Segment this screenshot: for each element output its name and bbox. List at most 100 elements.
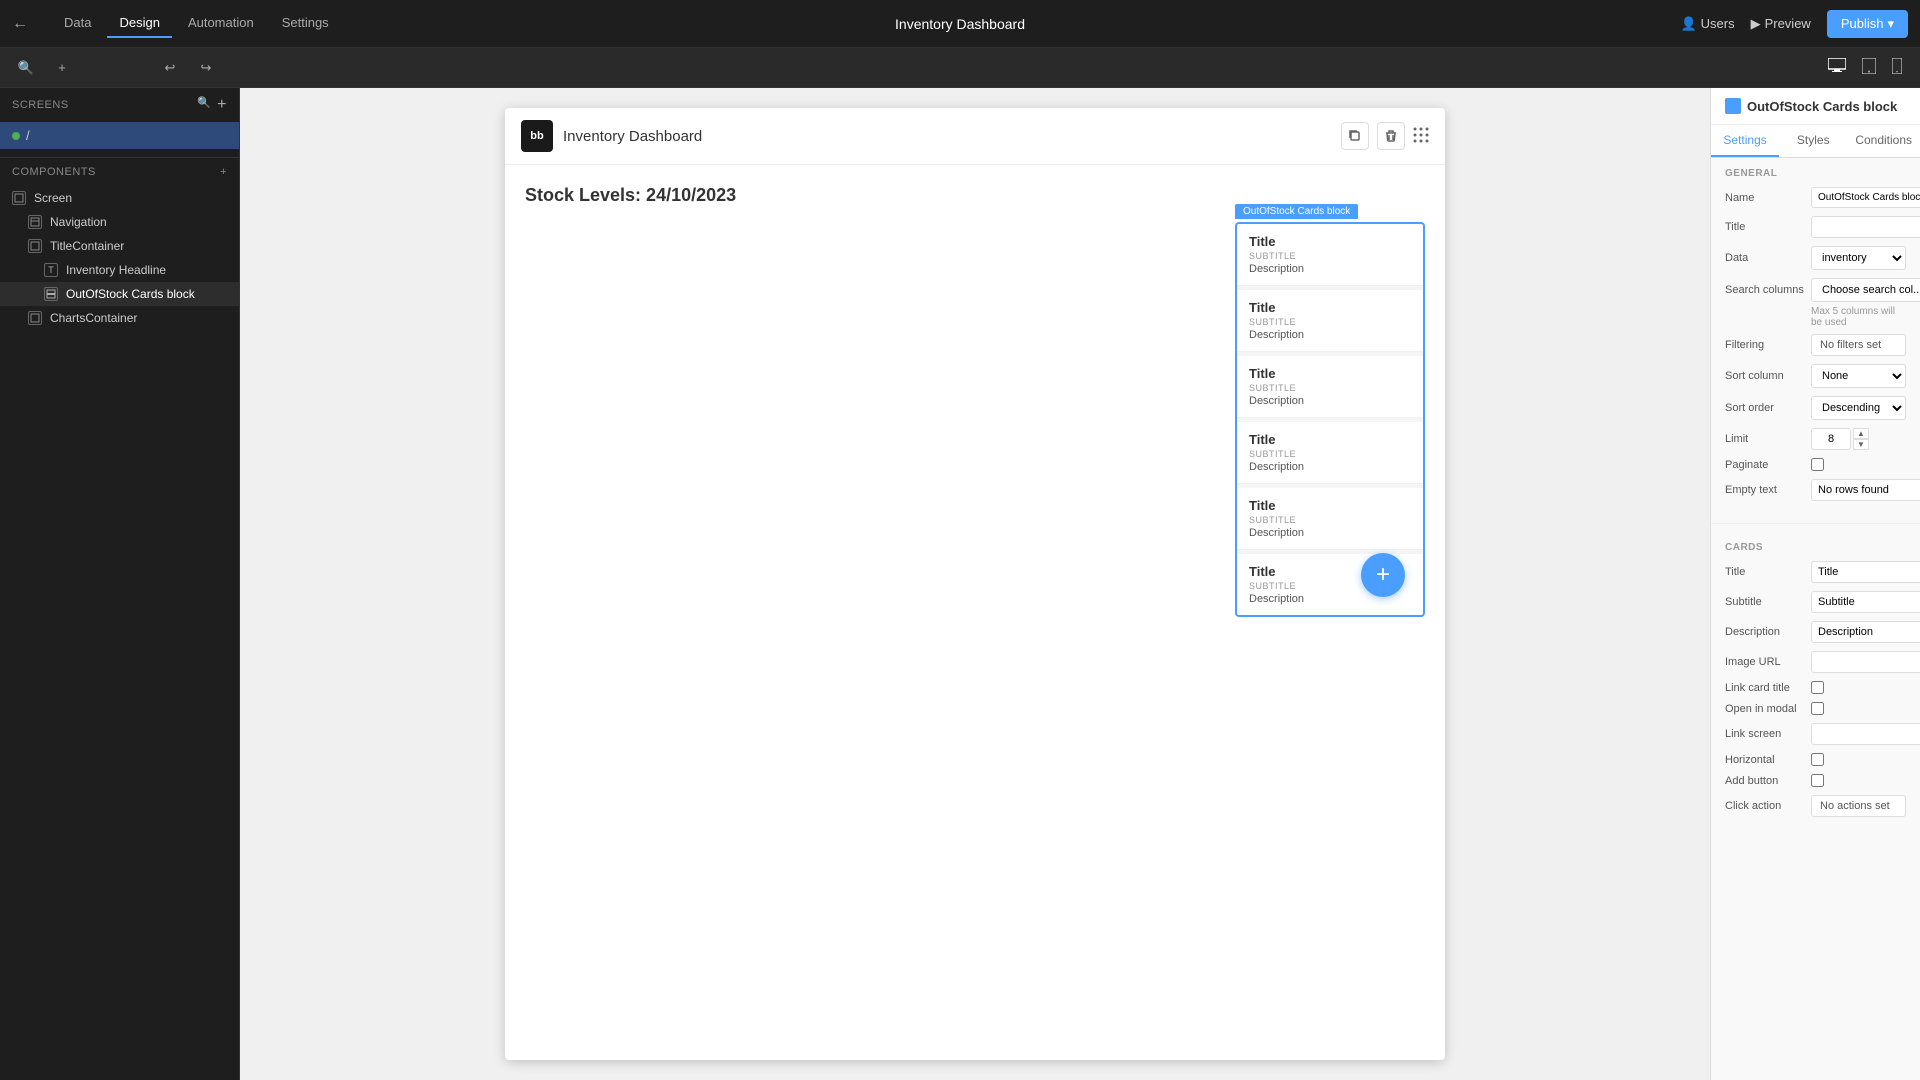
- title-input[interactable]: [1811, 216, 1920, 238]
- name-input[interactable]: [1811, 187, 1920, 208]
- component-title-container[interactable]: TitleContainer: [0, 234, 239, 258]
- users-button[interactable]: 👤 Users: [1680, 16, 1734, 32]
- card-desc-4: Description: [1249, 461, 1411, 473]
- app-frame-title: Inventory Dashboard: [563, 128, 702, 145]
- empty-text-wrapper: ⚡: [1811, 479, 1920, 501]
- sort-column-label: Sort column: [1725, 370, 1805, 382]
- horizontal-row: Horizontal: [1725, 753, 1906, 766]
- desktop-view-button[interactable]: [1822, 54, 1852, 81]
- users-icon: 👤: [1680, 16, 1696, 32]
- card-title-2: Title: [1249, 300, 1411, 315]
- filtering-label: Filtering: [1725, 339, 1805, 351]
- mobile-view-button[interactable]: [1886, 54, 1908, 81]
- tab-automation[interactable]: Automation: [176, 9, 266, 38]
- card-title-input[interactable]: [1811, 561, 1920, 583]
- horizontal-checkbox[interactable]: [1811, 753, 1824, 766]
- sort-order-select[interactable]: Descending: [1811, 396, 1906, 420]
- click-action-label: Click action: [1725, 800, 1805, 812]
- empty-text-input[interactable]: [1811, 479, 1920, 501]
- link-screen-wrapper: ⚡ ▾: [1811, 723, 1920, 745]
- add-screen-button[interactable]: +: [48, 54, 76, 82]
- image-url-input[interactable]: [1811, 651, 1920, 673]
- paginate-checkbox[interactable]: [1811, 458, 1824, 471]
- limit-down-button[interactable]: ▼: [1853, 439, 1869, 450]
- tab-design[interactable]: Design: [107, 9, 171, 38]
- undo-button[interactable]: ↩: [156, 54, 184, 82]
- tablet-view-button[interactable]: [1856, 54, 1882, 81]
- card-subtitle-input[interactable]: [1811, 591, 1920, 613]
- component-inventory-headline[interactable]: T Inventory Headline: [0, 258, 239, 282]
- card-subtitle-5: SUBTITLE: [1249, 515, 1411, 525]
- image-url-label: Image URL: [1725, 656, 1805, 668]
- search-columns-label: Search columns: [1725, 284, 1805, 296]
- fab-add-button[interactable]: +: [1361, 553, 1405, 597]
- open-in-modal-checkbox[interactable]: [1811, 702, 1824, 715]
- limit-up-button[interactable]: ▲: [1853, 428, 1869, 439]
- plus-icon: +: [58, 60, 66, 75]
- general-label: GENERAL: [1725, 168, 1906, 179]
- sort-column-row: Sort column None: [1725, 364, 1906, 388]
- component-charts-container[interactable]: ChartsContainer: [0, 306, 239, 330]
- card-item-3[interactable]: Title SUBTITLE Description: [1237, 356, 1423, 418]
- component-screen[interactable]: Screen: [0, 186, 239, 210]
- add-screen-icon[interactable]: +: [217, 96, 227, 114]
- cards-section: CARDS Title ⚡ Subtitle ⚡ Description: [1711, 532, 1920, 835]
- data-select[interactable]: inventory: [1811, 246, 1906, 270]
- search-columns-row: Search columns Choose search col...: [1725, 278, 1906, 302]
- card-description-input[interactable]: [1811, 621, 1920, 643]
- app-logo: bb: [521, 120, 553, 152]
- search-columns-select[interactable]: Choose search col...: [1811, 278, 1920, 302]
- card-description-wrapper: ⚡: [1811, 621, 1920, 643]
- title-field-wrapper: ⚡: [1811, 216, 1920, 238]
- back-button[interactable]: ←: [12, 15, 28, 33]
- sort-column-select[interactable]: None: [1811, 364, 1906, 388]
- component-navigation[interactable]: Navigation: [0, 210, 239, 234]
- card-item-2[interactable]: Title SUBTITLE Description: [1237, 290, 1423, 352]
- add-component-icon[interactable]: +: [220, 166, 227, 178]
- main-layout: Screens 🔍 + / Components + Screen: [0, 88, 1920, 1080]
- card-item-5[interactable]: Title SUBTITLE Description: [1237, 488, 1423, 550]
- link-card-title-checkbox[interactable]: [1811, 681, 1824, 694]
- tab-conditions-panel[interactable]: Conditions: [1847, 125, 1920, 157]
- cards-block-wrapper[interactable]: OutOfStock Cards block Title SUBTITLE De…: [1235, 222, 1425, 617]
- right-panel: OutOfStock Cards block Settings Styles C…: [1710, 88, 1920, 1080]
- search-hint: Max 5 columns will be used: [1725, 306, 1906, 328]
- card-desc-1: Description: [1249, 263, 1411, 275]
- data-field-label: Data: [1725, 252, 1805, 264]
- delete-button[interactable]: [1377, 122, 1405, 150]
- grid-dots-icon[interactable]: [1413, 127, 1429, 146]
- canvas: bb Inventory Dashboard Stock Levels: 24/…: [240, 88, 1710, 1080]
- screens-search-icon[interactable]: 🔍: [197, 96, 211, 114]
- limit-spinners: ▲ ▼: [1853, 428, 1869, 450]
- redo-button[interactable]: ↪: [192, 54, 220, 82]
- filtering-value[interactable]: No filters set: [1811, 334, 1906, 356]
- publish-button[interactable]: Publish ▾: [1827, 10, 1908, 38]
- components-section-header: Components +: [0, 157, 239, 186]
- card-title-label: Title: [1725, 566, 1805, 578]
- card-item-4[interactable]: Title SUBTITLE Description: [1237, 422, 1423, 484]
- paginate-label: Paginate: [1725, 459, 1805, 471]
- card-desc-2: Description: [1249, 329, 1411, 341]
- tab-settings[interactable]: Settings: [270, 9, 341, 38]
- app-header-actions: [1341, 122, 1405, 150]
- headline-comp-icon: T: [44, 263, 58, 277]
- card-description-label: Description: [1725, 626, 1805, 638]
- card-item-1[interactable]: Title SUBTITLE Description: [1237, 224, 1423, 286]
- copy-button[interactable]: [1341, 122, 1369, 150]
- screen-item-root[interactable]: /: [0, 122, 239, 149]
- screens-search-button[interactable]: 🔍: [12, 54, 40, 82]
- cards-block: OutOfStock Cards block Title SUBTITLE De…: [1235, 222, 1425, 617]
- card-title-row: Title ⚡: [1725, 561, 1906, 583]
- tab-data[interactable]: Data: [52, 9, 103, 38]
- add-button-checkbox[interactable]: [1811, 774, 1824, 787]
- component-outofstock-cards[interactable]: OutOfStock Cards block: [0, 282, 239, 306]
- panel-header-icon: [1725, 98, 1741, 114]
- limit-input[interactable]: [1811, 428, 1851, 450]
- link-screen-input[interactable]: [1811, 723, 1920, 745]
- cards-block-label: OutOfStock Cards block: [1235, 204, 1358, 219]
- tab-styles-panel[interactable]: Styles: [1779, 125, 1847, 157]
- click-action-value[interactable]: No actions set: [1811, 795, 1906, 817]
- sort-order-row: Sort order Descending: [1725, 396, 1906, 420]
- preview-button[interactable]: ▶ Preview: [1751, 16, 1811, 32]
- tab-settings-panel[interactable]: Settings: [1711, 125, 1779, 157]
